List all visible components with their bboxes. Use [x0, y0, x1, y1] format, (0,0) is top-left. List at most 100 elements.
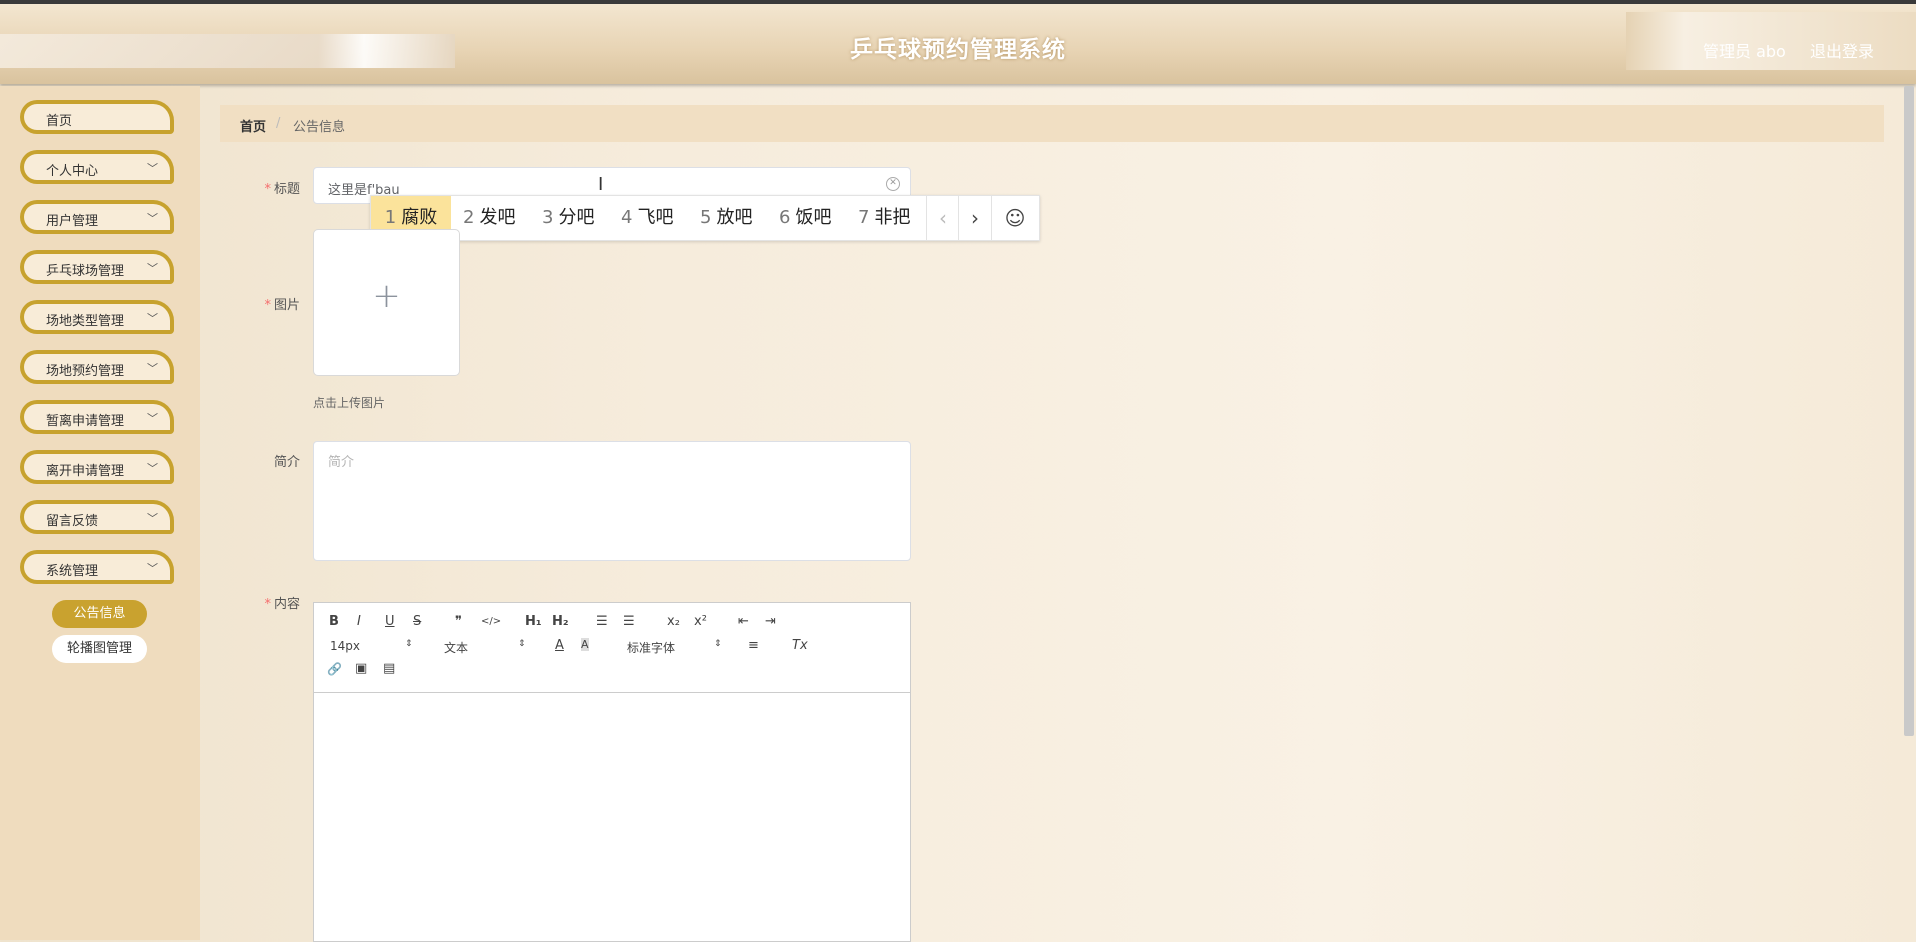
image-label: * 图片 [220, 294, 300, 313]
sidebar-item-court-types[interactable]: 场地类型管理 ﹀ [20, 300, 174, 334]
sidebar-item-label: 用户管理 [46, 214, 99, 229]
text-cursor-icon: Ⅰ [598, 174, 604, 195]
subscript-icon[interactable]: x₂ [667, 614, 680, 629]
content-label: * 内容 [220, 593, 300, 612]
font-family-select[interactable]: 标准字体 ⇕ [627, 639, 722, 656]
header-1-icon[interactable]: H₁ [525, 614, 542, 629]
blockquote-icon[interactable]: ❞ [455, 614, 462, 629]
strikethrough-icon[interactable]: S [413, 614, 421, 629]
sidebar-item-system[interactable]: 系统管理 ﹀ [20, 550, 174, 584]
font-color-icon[interactable]: A [555, 638, 564, 653]
upload-tip: 点击上传图片 [313, 396, 386, 410]
select-arrows-icon: ⇕ [405, 639, 413, 649]
ime-candidate-4[interactable]: 4 飞吧 [621, 196, 673, 240]
candidate-number: 5 [700, 207, 712, 228]
candidate-number: 1 [384, 207, 397, 228]
select-arrows-icon: ⇕ [714, 639, 722, 649]
sidebar-item-leave[interactable]: 离开申请管理 ﹀ [20, 450, 174, 484]
required-mark: * [264, 182, 271, 197]
header-2-icon[interactable]: H₂ [552, 614, 569, 629]
font-size-select[interactable]: 14px ⇕ [330, 639, 413, 653]
chevron-down-icon: ﹀ [147, 512, 158, 525]
ime-next-page-icon[interactable]: › [958, 196, 991, 240]
intro-label: 简介 [273, 455, 300, 470]
ime-candidate-2[interactable]: 2 发吧 [463, 196, 515, 240]
sidebar-item-label: 首页 [46, 114, 73, 129]
sidebar-item-home[interactable]: 首页 [20, 100, 174, 134]
breadcrumb: 首页 / 公告信息 [220, 105, 1884, 142]
sidebar-item-label: 系统管理 [46, 564, 99, 579]
candidate-text: 飞吧 [637, 207, 674, 228]
chevron-down-icon: ﹀ [147, 212, 158, 225]
intro-textarea[interactable]: 简介 [313, 441, 911, 561]
italic-icon[interactable]: I [357, 614, 361, 629]
sidebar-item-reservations[interactable]: 场地预约管理 ﹀ [20, 350, 174, 384]
image-upload-button[interactable]: + [313, 229, 460, 376]
chevron-down-icon: ﹀ [147, 312, 158, 325]
image-label-text: 图片 [273, 298, 300, 313]
sidebar: 首页 个人中心 ﹀ 用户管理 ﹀ 乒乓球场管理 ﹀ 场地类型管理 ﹀ 场地预约管… [0, 86, 200, 940]
code-block-icon[interactable]: </> [481, 616, 501, 627]
underline-icon[interactable]: U [385, 614, 395, 629]
sidebar-item-label: 暂离申请管理 [46, 414, 125, 429]
video-icon[interactable]: ▤ [383, 661, 395, 676]
background-color-icon[interactable]: A [581, 638, 589, 651]
page-scrollbar[interactable] [1904, 86, 1914, 736]
sidebar-item-courts[interactable]: 乒乓球场管理 ﹀ [20, 250, 174, 284]
chevron-down-icon: ﹀ [147, 262, 158, 275]
clear-format-icon[interactable]: Tx [792, 638, 808, 653]
chevron-down-icon: ﹀ [147, 412, 158, 425]
header-select[interactable]: 文本 ⇕ [444, 639, 526, 656]
sidebar-item-label: 乒乓球场管理 [46, 264, 125, 279]
bullet-list-icon[interactable]: ☰ [623, 614, 635, 629]
editor-content-area[interactable] [314, 693, 910, 941]
candidate-text: 饭吧 [795, 207, 832, 228]
editor-toolbar: B I U S ❞ </> H₁ H₂ ☰ ☰ x₂ x² ⇤ ⇥ 14px ⇕ … [314, 603, 910, 693]
superscript-icon[interactable]: x² [694, 614, 707, 629]
link-icon[interactable]: 🔗 [327, 662, 342, 676]
clear-icon[interactable]: ✕ [886, 177, 900, 191]
chevron-down-icon: ﹀ [147, 362, 158, 375]
candidate-text: 腐败 [401, 207, 438, 228]
logout-button[interactable]: 退出登录 [1810, 38, 1874, 62]
candidate-number: 7 [858, 207, 870, 228]
breadcrumb-current: 公告信息 [293, 120, 346, 135]
ime-prev-page-icon[interactable]: ‹ [926, 196, 959, 240]
sidebar-item-feedback[interactable]: 留言反馈 ﹀ [20, 500, 174, 534]
select-arrows-icon: ⇕ [518, 639, 526, 649]
app-title: 乒乓球预约管理系统 [850, 37, 1066, 63]
sidebar-item-users[interactable]: 用户管理 ﹀ [20, 200, 174, 234]
candidate-number: 6 [779, 207, 791, 228]
breadcrumb-home[interactable]: 首页 [240, 116, 266, 135]
font-size-value: 14px [330, 639, 360, 653]
indent-icon[interactable]: ⇥ [765, 614, 776, 629]
ime-candidate-6[interactable]: 6 饭吧 [779, 196, 831, 240]
current-user: 管理员 abo [1703, 42, 1786, 61]
emoji-icon[interactable]: ☺ [991, 196, 1038, 240]
sidebar-item-label: 场地预约管理 [46, 364, 125, 379]
sidebar-subitem-announcements[interactable]: 公告信息 [52, 600, 147, 628]
ime-candidate-5[interactable]: 5 放吧 [700, 196, 752, 240]
sidebar-item-label: 离开申请管理 [46, 464, 125, 479]
sidebar-item-label: 个人中心 [46, 164, 99, 179]
sidebar-item-label: 场地类型管理 [46, 314, 125, 329]
ime-candidate-7[interactable]: 7 非把 [858, 196, 910, 240]
align-icon[interactable]: ≡ [748, 638, 759, 653]
sidebar-item-profile[interactable]: 个人中心 ﹀ [20, 150, 174, 184]
header-select-value: 文本 [444, 641, 469, 655]
ordered-list-icon[interactable]: ☰ [596, 614, 608, 629]
sidebar-item-temp-leave[interactable]: 暂离申请管理 ﹀ [20, 400, 174, 434]
outdent-icon[interactable]: ⇤ [738, 614, 749, 629]
chevron-down-icon: ﹀ [147, 162, 158, 175]
chevron-down-icon: ﹀ [147, 562, 158, 575]
candidate-text: 分吧 [558, 207, 595, 228]
candidate-text: 发吧 [479, 207, 516, 228]
ime-candidate-3[interactable]: 3 分吧 [542, 196, 594, 240]
required-mark: * [264, 597, 271, 612]
image-icon[interactable]: ▣ [355, 661, 367, 676]
bold-icon[interactable]: B [329, 614, 339, 629]
candidate-number: 3 [542, 207, 554, 228]
candidate-number: 4 [621, 207, 633, 228]
sidebar-subitem-carousel[interactable]: 轮播图管理 [52, 635, 147, 663]
sidebar-item-label: 留言反馈 [46, 514, 99, 529]
